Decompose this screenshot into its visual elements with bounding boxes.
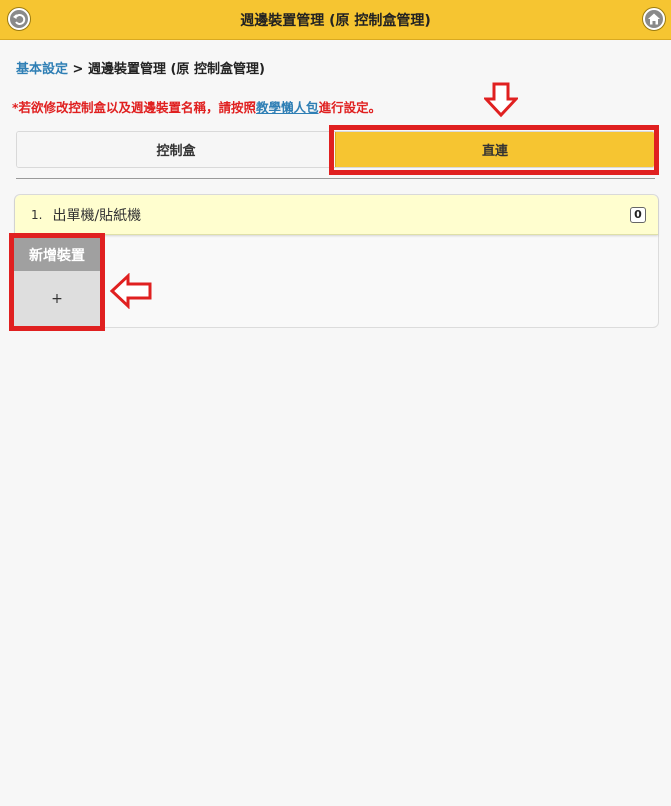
left-arrow-icon (109, 273, 152, 309)
divider (16, 178, 655, 179)
tab-direct-connect[interactable]: 直連 (335, 132, 654, 167)
device-list-item[interactable]: 1. 出單機/貼紙機 0 (15, 195, 658, 235)
add-device-highlight: 新增裝置 + (9, 233, 105, 331)
plus-icon: + (51, 290, 63, 307)
add-device-label: 新增裝置 (14, 238, 100, 271)
breadcrumb-link-basic-settings[interactable]: 基本設定 (16, 62, 68, 77)
app-header: 週邊裝置管理 (原 控制盒管理) (0, 0, 671, 40)
device-count-badge: 0 (630, 207, 646, 223)
back-button[interactable] (8, 8, 30, 30)
tutorial-link[interactable]: 教學懶人包 (256, 100, 319, 115)
back-arrow-icon (13, 14, 26, 25)
notice-text-before: *若欲修改控制盒以及週邊裝置名稱，請按照 (12, 100, 257, 115)
home-icon (648, 13, 660, 25)
down-arrow-icon (484, 82, 518, 118)
home-button[interactable] (643, 8, 665, 30)
add-device-button[interactable]: + (14, 271, 100, 326)
breadcrumb: 基本設定 > 週邊裝置管理 (原 控制盒管理) (16, 58, 265, 77)
notice-text-after: 進行設定。 (318, 100, 382, 115)
breadcrumb-current: 週邊裝置管理 (原 控制盒管理) (87, 62, 265, 77)
device-number: 1. (31, 207, 43, 222)
tab-bar: 控制盒 直連 (16, 131, 655, 168)
device-label: 出單機/貼紙機 (52, 207, 142, 224)
tab-control-box[interactable]: 控制盒 (17, 132, 335, 167)
breadcrumb-separator: > (68, 62, 88, 77)
notice-text: *若欲修改控制盒以及週邊裝置名稱，請按照教學懶人包進行設定。 (12, 97, 381, 116)
page-title: 週邊裝置管理 (原 控制盒管理) (240, 12, 431, 29)
